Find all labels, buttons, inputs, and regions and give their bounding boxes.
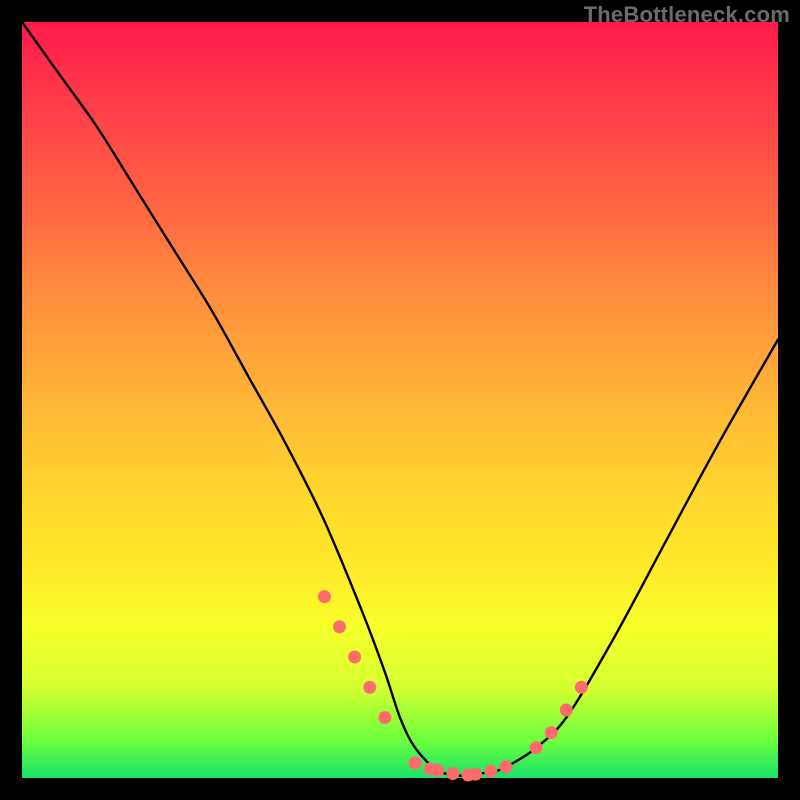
bottleneck-curve <box>22 22 778 776</box>
curve-marker <box>575 681 588 694</box>
chart-frame: TheBottleneck.com <box>0 0 800 800</box>
curve-marker <box>469 768 482 781</box>
curve-marker <box>431 764 444 777</box>
curve-marker <box>499 760 512 773</box>
curve-marker <box>409 756 422 769</box>
curve-marker <box>446 767 459 780</box>
curve-marker <box>348 651 361 664</box>
curve-marker <box>530 741 543 754</box>
curve-marker <box>484 765 497 778</box>
curve-marker <box>545 726 558 739</box>
curve-marker <box>318 590 331 603</box>
chart-svg <box>22 22 778 778</box>
curve-marker <box>378 711 391 724</box>
curve-marker <box>333 620 346 633</box>
curve-markers <box>318 590 588 781</box>
attribution-text: TheBottleneck.com <box>584 2 790 28</box>
curve-marker <box>363 681 376 694</box>
curve-marker <box>560 704 573 717</box>
